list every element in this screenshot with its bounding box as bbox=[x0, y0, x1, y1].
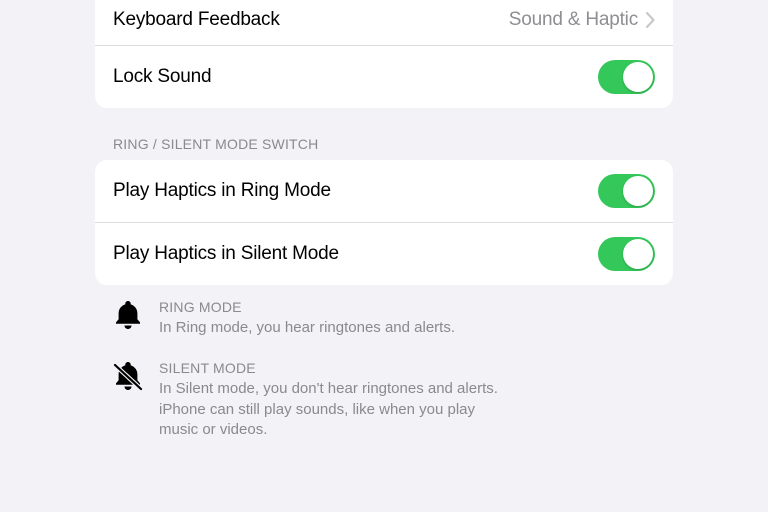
section-ring-silent: Play Haptics in Ring Mode Play Haptics i… bbox=[95, 160, 673, 285]
row-haptics-silent: Play Haptics in Silent Mode bbox=[95, 222, 673, 285]
row-keyboard-feedback[interactable]: Keyboard Feedback Sound & Haptic bbox=[95, 0, 673, 45]
section-sounds: Keyboard Feedback Sound & Haptic Lock So… bbox=[95, 0, 673, 108]
haptics-ring-label: Play Haptics in Ring Mode bbox=[113, 180, 331, 202]
info-silent-mode: SILENT MODE In Silent mode, you don't he… bbox=[95, 338, 673, 440]
info-ring-desc: In Ring mode, you hear ringtones and ale… bbox=[159, 318, 499, 338]
haptics-silent-toggle[interactable] bbox=[598, 237, 655, 271]
keyboard-feedback-label: Keyboard Feedback bbox=[113, 9, 280, 31]
info-ring-mode: RING MODE In Ring mode, you hear rington… bbox=[95, 285, 673, 338]
row-lock-sound: Lock Sound bbox=[95, 45, 673, 108]
section-header-ring-silent: RING / SILENT MODE SWITCH bbox=[95, 108, 673, 160]
keyboard-feedback-value: Sound & Haptic bbox=[509, 9, 638, 31]
haptics-ring-toggle[interactable] bbox=[598, 174, 655, 208]
keyboard-feedback-value-wrap: Sound & Haptic bbox=[509, 9, 655, 31]
info-ring-text: RING MODE In Ring mode, you hear rington… bbox=[159, 299, 655, 338]
bell-slash-icon bbox=[113, 360, 143, 392]
lock-sound-toggle[interactable] bbox=[598, 60, 655, 94]
haptics-silent-label: Play Haptics in Silent Mode bbox=[113, 243, 339, 265]
row-haptics-ring: Play Haptics in Ring Mode bbox=[95, 160, 673, 222]
lock-sound-label: Lock Sound bbox=[113, 66, 211, 88]
info-ring-title: RING MODE bbox=[159, 299, 655, 315]
settings-page: Keyboard Feedback Sound & Haptic Lock So… bbox=[0, 0, 768, 440]
info-silent-desc: In Silent mode, you don't hear ringtones… bbox=[159, 379, 499, 440]
chevron-right-icon bbox=[646, 12, 655, 28]
info-silent-text: SILENT MODE In Silent mode, you don't he… bbox=[159, 360, 655, 440]
info-silent-title: SILENT MODE bbox=[159, 360, 655, 376]
bell-icon bbox=[113, 299, 143, 331]
